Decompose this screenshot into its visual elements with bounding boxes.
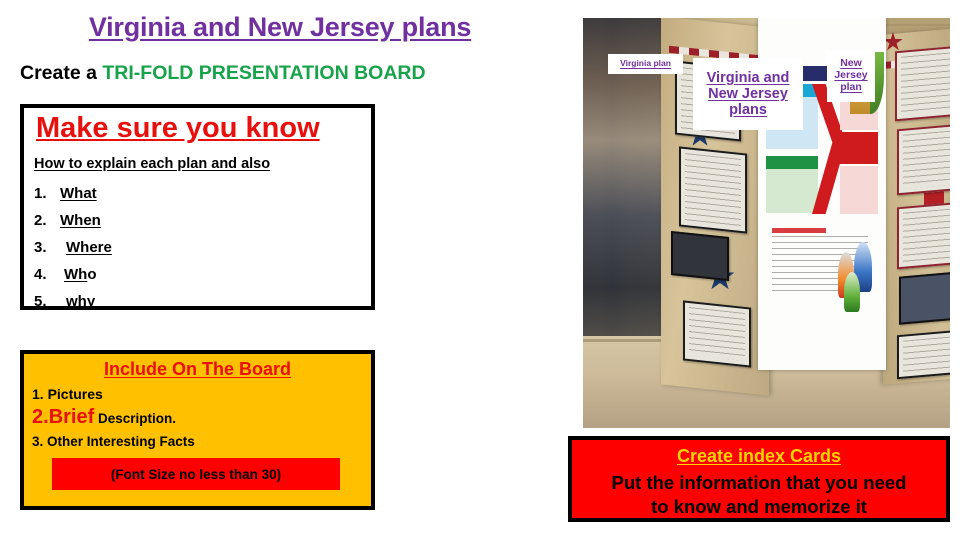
list-item-number: 5. — [34, 293, 47, 310]
know-box-heading: Make sure you know — [36, 112, 320, 144]
include-item-3: 3. Other Interesting Facts — [32, 434, 195, 449]
list-item-label-underlined: Wh — [64, 266, 88, 283]
list-item-label: Where — [66, 239, 112, 256]
create-index-cards-box: Create index Cards Put the information t… — [568, 436, 950, 522]
photo-card-text-lines — [689, 307, 745, 361]
know-box-list: 1. What 2. When 3. Where 4. Who 5. why — [34, 180, 112, 315]
list-item-label: why — [66, 293, 96, 310]
list-item-number: 1. — [34, 185, 47, 202]
overlay-label-text: Virginia plan — [620, 58, 671, 69]
index-box-body: Put the information that you need to kno… — [572, 471, 946, 518]
infographic-right-box-2 — [840, 132, 878, 164]
infographic-right-box-3 — [840, 166, 878, 214]
subtitle-lead-text: Create a — [20, 62, 103, 84]
photo-card-text-lines — [903, 207, 950, 263]
include-on-the-board-box: Include On The Board 1. Pictures 2.Brief… — [20, 350, 375, 510]
list-item: 3. Where — [34, 234, 112, 261]
index-box-heading: Create index Cards — [676, 446, 842, 466]
photo-card-text-lines — [903, 129, 950, 189]
index-box-body-line-1: Put the information that you need — [611, 472, 907, 493]
know-box-subheading: How to explain each plan and also — [34, 156, 271, 172]
photo-card-text-lines — [903, 335, 950, 373]
photo-info-card — [683, 300, 751, 368]
infographic-newjersey-body — [766, 169, 818, 213]
include-box-heading: Include On The Board — [103, 359, 291, 379]
list-item-label: What — [60, 185, 97, 202]
photo-info-card — [897, 122, 950, 196]
photo-card-text-lines — [685, 153, 741, 227]
index-box-body-line-2: to know and memorize it — [651, 495, 867, 517]
photo-overlay-main-title: Virginia and New Jersey plans — [693, 58, 803, 130]
infographic-footer-heading — [772, 228, 826, 233]
list-item-label-plain: o — [87, 266, 97, 283]
list-item-number: 4. — [34, 266, 47, 283]
photo-info-card — [895, 44, 950, 122]
list-item: 4. Who — [34, 261, 112, 288]
photo-overlay-new-jersey-plan: New Jersey plan — [827, 50, 875, 102]
photo-info-card — [897, 200, 950, 270]
include-item-2: 2.Brief Description. — [32, 406, 176, 429]
list-item-label: When — [60, 212, 101, 229]
photo-info-card — [897, 328, 950, 380]
include-item-2-rest: Description. — [94, 411, 177, 426]
list-item: 5. why — [34, 288, 112, 315]
list-item-number: 3. — [34, 239, 47, 256]
photo-image-card — [671, 230, 729, 282]
photo-info-card — [679, 146, 747, 234]
infographic-newjersey-header — [766, 156, 818, 169]
list-item: 2. When — [34, 207, 112, 234]
include-item-2-number: 2. — [32, 406, 49, 428]
page-title: Virginia and New Jersey plans — [88, 12, 472, 42]
include-item-1: 1. Pictures — [32, 386, 103, 402]
overlay-label-text: Virginia and New Jersey plans — [706, 69, 790, 119]
overlay-label-text: New Jersey plan — [834, 57, 868, 93]
photo-overlay-virginia-plan: Virginia plan — [608, 54, 683, 74]
list-item-number: 2. — [34, 212, 47, 229]
make-sure-you-know-box: Make sure you know How to explain each p… — [20, 104, 375, 310]
list-item: 1. What — [34, 180, 112, 207]
photo-image-card — [899, 271, 950, 325]
rocket-icon — [844, 272, 860, 312]
photo-card-text-lines — [901, 51, 950, 115]
slide-canvas: Virginia and New Jersey plans Create a T… — [0, 0, 960, 540]
subtitle-line: Create a TRI-FOLD PRESENTATION BOARD — [20, 62, 426, 85]
font-size-note-banner: (Font Size no less than 30) — [52, 458, 340, 490]
include-item-2-accent: Brief — [48, 406, 95, 428]
subtitle-accent-text: TRI-FOLD PRESENTATION BOARD — [102, 62, 426, 84]
